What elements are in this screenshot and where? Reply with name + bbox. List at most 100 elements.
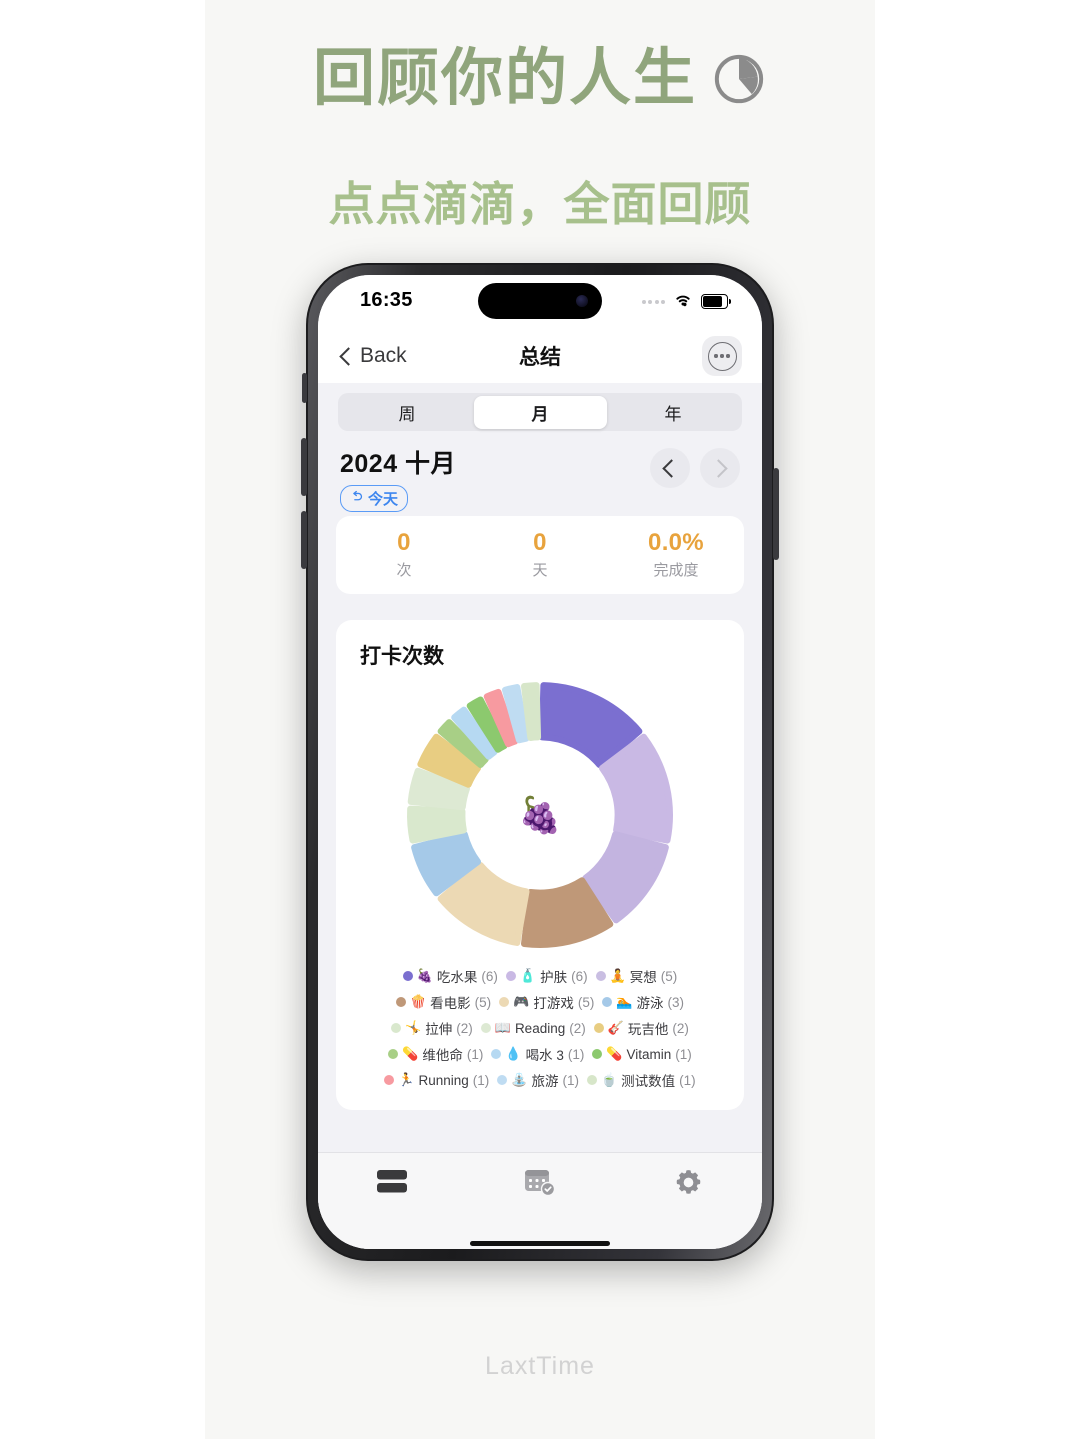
pie-chart-icon [711, 51, 767, 107]
legend-item[interactable]: 🤸 拉伸 (2) [391, 1018, 473, 1038]
legend-label: 拉伸 [425, 1022, 453, 1037]
status-time: 16:35 [360, 289, 413, 311]
legend-emoji-icon: 🏊 [616, 994, 633, 1009]
legend-count: (1) [675, 1046, 692, 1062]
legend-label: 打游戏 [533, 996, 574, 1011]
legend-emoji-icon: 🤸 [405, 1020, 422, 1035]
period-segmented-control[interactable]: 周 月 年 [338, 393, 742, 431]
calendar-check-icon [523, 1167, 557, 1202]
legend-item[interactable]: 🍵 测试数值 (1) [586, 1070, 696, 1090]
legend-item[interactable]: ⛲ 旅游 (1) [497, 1070, 579, 1090]
legend-label: 护肤 [540, 970, 568, 985]
undo-arrow-icon [350, 490, 364, 507]
power-button[interactable] [773, 468, 779, 560]
legend-swatch [499, 997, 510, 1007]
legend-item[interactable]: 🎸 玩吉他 (2) [593, 1018, 689, 1038]
legend-emoji-icon: 🎮 [513, 994, 530, 1009]
legend-swatch [480, 1023, 491, 1033]
legend-label: 吃水果 [436, 970, 478, 985]
legend-label: 维他命 [422, 1048, 463, 1063]
page-body: 周 月 年 2024 十月 今天 0 次 0 天 0.0% 完成度 打卡次数 🍇… [318, 383, 762, 1249]
promo-headline-text: 回顾你的人生 [312, 44, 697, 113]
legend-emoji-icon: 🧴 [519, 968, 537, 983]
segment-month[interactable]: 月 [473, 395, 607, 429]
stat-completion: 0.0% 完成度 [608, 529, 744, 580]
legend-count: (6) [571, 968, 588, 984]
legend-label: Vitamin [626, 1046, 672, 1062]
mute-switch[interactable] [302, 373, 307, 403]
next-period-button[interactable] [700, 448, 740, 488]
legend-swatch [391, 1023, 402, 1033]
legend-label: 游泳 [636, 996, 664, 1011]
legend-swatch [602, 997, 613, 1007]
legend-count: (1) [567, 1046, 585, 1062]
segment-week[interactable]: 周 [341, 396, 474, 429]
legend-label: 冥想 [629, 970, 657, 985]
summary-stats-card: 0 次 0 天 0.0% 完成度 [336, 516, 744, 594]
legend-swatch [593, 1023, 604, 1033]
legend-swatch [395, 997, 406, 1007]
stat-days: 0 天 [472, 529, 608, 580]
navigation-bar: Back 总结 [318, 329, 762, 383]
legend-label: 喝水 3 [525, 1048, 564, 1063]
dynamic-island [478, 283, 602, 319]
tab-settings[interactable] [614, 1167, 762, 1203]
legend-emoji-icon: 🏃 [398, 1072, 415, 1087]
legend-label: 测试数值 [621, 1074, 676, 1089]
legend-row: 🍿 看电影 (5) 🎮 打游戏 (5) 🏊 游泳 (3) [352, 992, 728, 1012]
legend-item[interactable]: 🧘 冥想 (5) [595, 966, 677, 986]
donut-chart[interactable]: 🍇 [336, 676, 744, 954]
promo-headline: 回顾你的人生 [205, 48, 875, 110]
status-bar: 16:35 [318, 275, 762, 329]
legend-item[interactable]: 💊 维他命 (1) [388, 1044, 483, 1064]
legend-item[interactable]: 🎮 打游戏 (5) [499, 992, 594, 1012]
legend-count: (2) [672, 1020, 689, 1036]
legend-item[interactable]: 🍇 吃水果 (6) [402, 966, 498, 986]
legend-item[interactable]: 🧴 护肤 (6) [505, 966, 588, 986]
legend-label: Running [418, 1072, 469, 1088]
legend-item[interactable]: 🏃 Running (1) [384, 1070, 489, 1090]
legend-count: (1) [562, 1072, 579, 1088]
tab-list[interactable] [318, 1167, 466, 1200]
previous-period-button[interactable] [650, 448, 690, 488]
checkin-count-card: 打卡次数 🍇 🍇 吃水果 (6) 🧴 护肤 (6) 🧘 冥想 (5) 🍿 看电影 (5) 🎮 打游戏 (5)… [336, 620, 744, 1110]
more-options-button[interactable] [702, 336, 742, 376]
volume-up-button[interactable] [301, 438, 307, 496]
period-nav-buttons [650, 448, 740, 488]
phone-frame: 16:35 Back 总结 周 月 年 2024 十月 今天 0 次 0 天 0… [301, 263, 779, 1261]
legend-item[interactable]: 🏊 游泳 (3) [602, 992, 684, 1012]
legend-swatch [497, 1075, 508, 1085]
legend-label: 旅游 [531, 1074, 559, 1089]
legend-emoji-icon: ⛲ [511, 1072, 528, 1087]
legend-emoji-icon: 📖 [494, 1020, 511, 1035]
legend-swatch [491, 1049, 502, 1059]
donut-center-emoji: 🍇 [518, 795, 562, 836]
segment-year[interactable]: 年 [607, 396, 740, 429]
legend-item[interactable]: 💧 喝水 3 (1) [491, 1044, 584, 1064]
legend-item[interactable]: 📖 Reading (2) [480, 1018, 586, 1038]
signal-dots-icon [641, 299, 665, 304]
app-brand: LaxtTime [485, 1352, 595, 1380]
stat-count-value: 0 [397, 529, 411, 556]
list-icon [375, 1167, 409, 1200]
legend-emoji-icon: 💧 [505, 1046, 522, 1061]
promo-subheadline: 点点滴滴，全面回顾 [328, 178, 752, 230]
legend-swatch [384, 1075, 395, 1085]
legend-row: 🍇 吃水果 (6) 🧴 护肤 (6) 🧘 冥想 (5) [352, 966, 728, 986]
date-row: 2024 十月 今天 [340, 444, 740, 512]
legend-swatch [586, 1075, 597, 1085]
legend-emoji-icon: 🎸 [607, 1020, 624, 1035]
legend-count: (1) [466, 1046, 484, 1062]
legend-count: (3) [667, 994, 685, 1010]
legend-item[interactable]: 🍿 看电影 (5) [395, 992, 491, 1012]
today-button[interactable]: 今天 [340, 485, 409, 512]
tab-calendar[interactable] [466, 1167, 614, 1202]
status-indicators [641, 291, 731, 312]
legend-item[interactable]: 💊 Vitamin (1) [592, 1044, 692, 1064]
legend-swatch [595, 971, 606, 981]
tab-bar [318, 1152, 762, 1249]
legend-count: (6) [481, 968, 498, 984]
chevron-left-icon [662, 458, 681, 478]
volume-down-button[interactable] [301, 511, 307, 569]
chart-legend: 🍇 吃水果 (6) 🧴 护肤 (6) 🧘 冥想 (5) 🍿 看电影 (5) 🎮 打游戏 (5) 🏊 游泳 (3) 🤸… [352, 966, 728, 1090]
